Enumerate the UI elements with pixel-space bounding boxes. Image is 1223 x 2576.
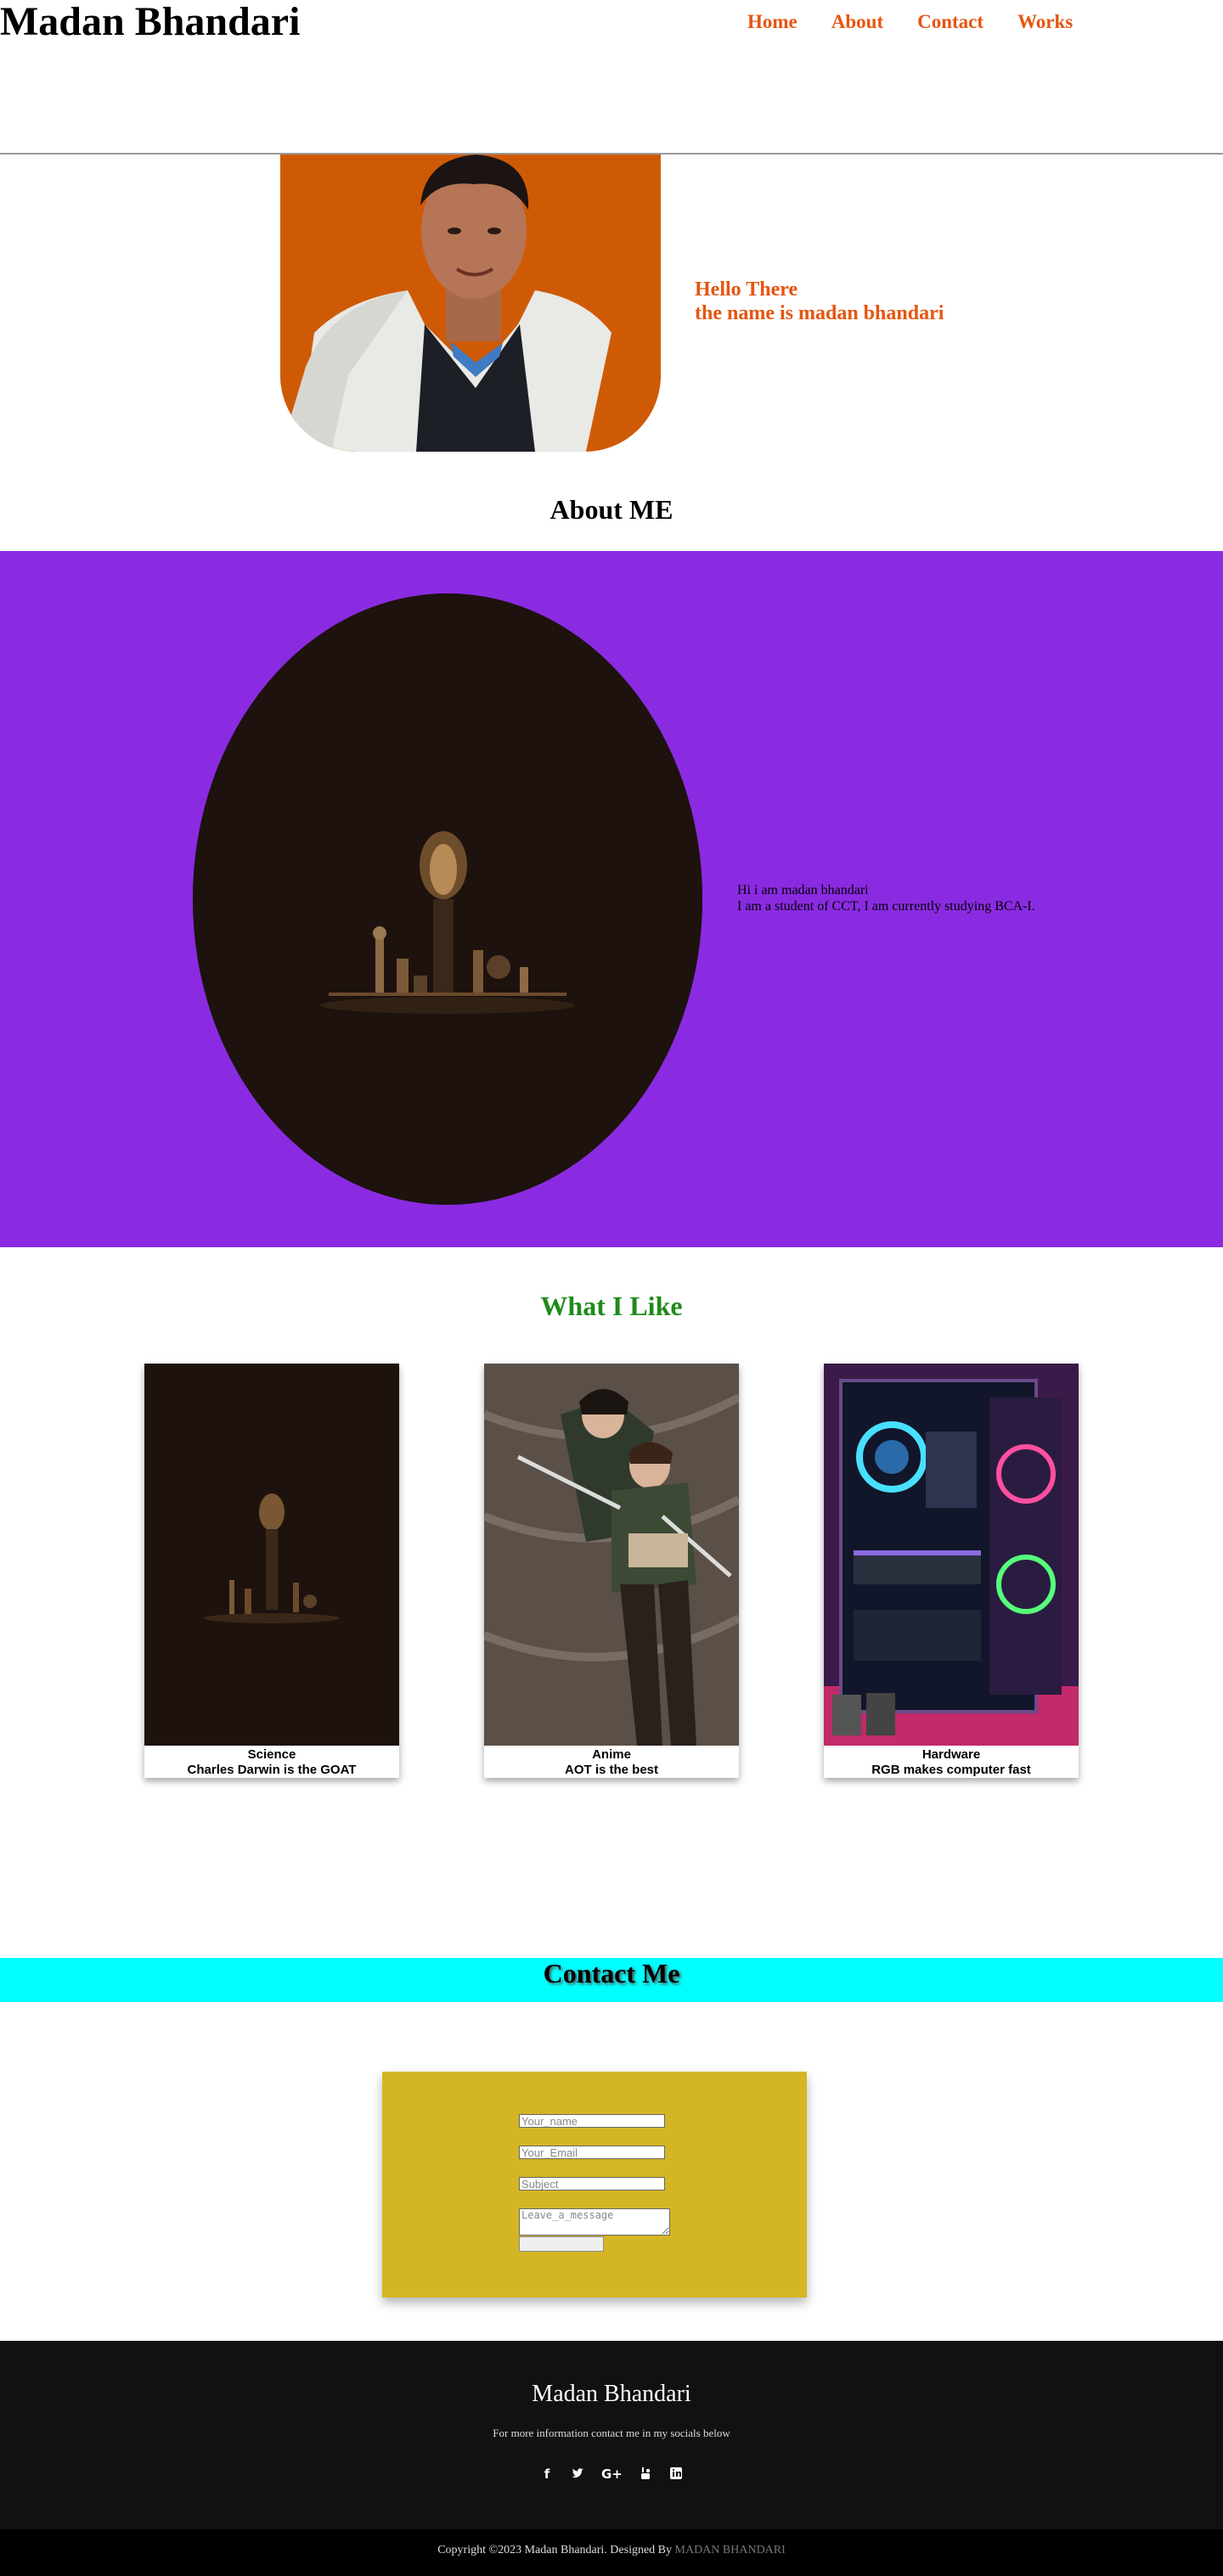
footer-note: For more information contact me in my so… [493, 2427, 730, 2439]
anime-image [484, 1364, 739, 1746]
science-title: Science [247, 1747, 296, 1762]
aot-poster-image [484, 1364, 739, 1746]
twitter-icon[interactable] [571, 2466, 584, 2482]
darwin-silhouette-image [193, 593, 702, 1205]
email-input[interactable] [519, 2146, 665, 2159]
nav-home-link[interactable]: Home [747, 8, 797, 36]
google-plus-icon[interactable]: G+ [601, 2466, 623, 2482]
hero-name-line: the name is madan bhandari [695, 302, 944, 324]
message-textarea[interactable] [519, 2208, 670, 2236]
person-portrait-image [280, 155, 661, 452]
contact-heading: Contact Me [543, 1958, 680, 1988]
about-description: Hi i am madan bhandari I am a student of… [737, 882, 1035, 914]
about-oval-image [193, 593, 702, 1205]
darwin-image [144, 1364, 399, 1746]
hardware-image [824, 1364, 1079, 1746]
hardware-card: Hardware RGB makes computer fast [824, 1364, 1079, 1778]
copyright-bar: Copyright ©2023 Madan Bhandari. Designed… [0, 2529, 1223, 2576]
name-input[interactable] [519, 2114, 665, 2128]
footer: Madan Bhandari For more information cont… [0, 2341, 1223, 2529]
nav-contact-link[interactable]: Contact [917, 8, 983, 36]
subject-input[interactable] [519, 2177, 665, 2191]
hardware-subtitle: RGB makes computer fast [871, 1763, 1031, 1777]
hero-greeting: Hello There the name is madan bhandari [695, 278, 944, 325]
site-title: Madan Bhandari [0, 0, 301, 44]
anime-subtitle: AOT is the best [564, 1763, 659, 1777]
rgb-pc-image [824, 1364, 1079, 1746]
anime-card: Anime AOT is the best [484, 1364, 739, 1778]
likes-heading: What I Like [540, 1291, 683, 1321]
nav-works-link[interactable]: Works [1017, 8, 1073, 36]
anime-title: Anime [592, 1747, 631, 1762]
main-nav: Home About Contact Works [747, 8, 1073, 36]
about-line-2: I am a student of CCT, I am currently st… [737, 899, 1035, 914]
copyright-text: Copyright ©2023 Madan Bhandari. Designed… [437, 2544, 673, 2556]
footer-name: Madan Bhandari [532, 2381, 691, 2407]
facebook-icon[interactable]: f [540, 2466, 554, 2482]
hero-greeting-line: Hello There [695, 278, 798, 301]
youtube-icon[interactable] [639, 2466, 652, 2482]
profile-photo [280, 155, 661, 452]
submit-button[interactable] [519, 2236, 604, 2252]
social-links: f G+ [540, 2466, 683, 2482]
science-card: Science Charles Darwin is the GOAT [144, 1364, 399, 1778]
hardware-title: Hardware [921, 1747, 981, 1762]
about-line-1: Hi i am madan bhandari [737, 883, 869, 897]
nav-about-link[interactable]: About [831, 8, 883, 36]
science-subtitle: Charles Darwin is the GOAT [187, 1763, 357, 1777]
science-image [144, 1364, 399, 1746]
linkedin-icon[interactable] [669, 2466, 683, 2482]
contact-form [382, 2072, 807, 2298]
designer-link[interactable]: MADAN BHANDARI [675, 2544, 786, 2556]
about-heading: About ME [550, 494, 673, 525]
